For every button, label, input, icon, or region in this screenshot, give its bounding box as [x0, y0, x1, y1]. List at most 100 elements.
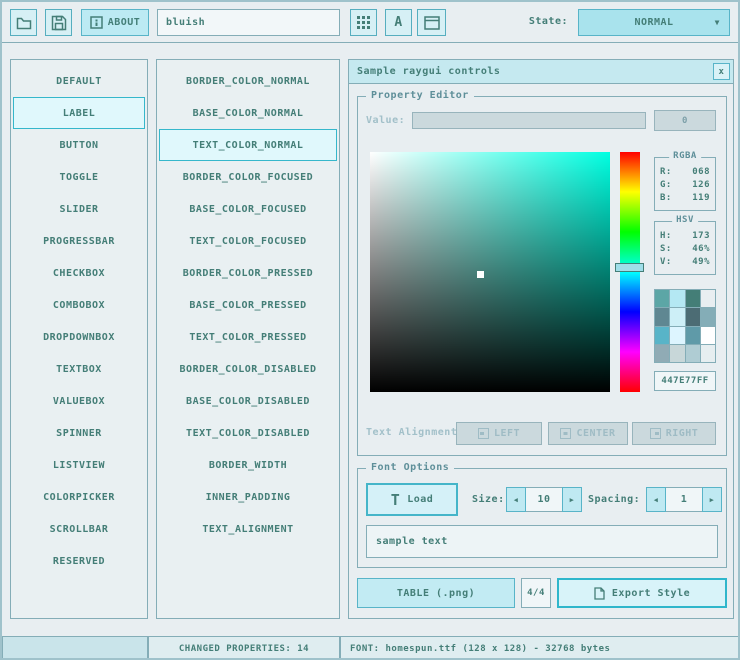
control-item-progressbar[interactable]: PROGRESSBAR — [13, 225, 145, 257]
color-swatch[interactable] — [670, 290, 684, 307]
arrow-right-icon: ▶ — [710, 496, 715, 504]
property-item-text-color-normal[interactable]: TEXT_COLOR_NORMAL — [159, 129, 337, 161]
sample-window-toggle-button[interactable] — [417, 9, 446, 36]
text-alignment-label: Text Alignment: — [366, 427, 464, 438]
color-swatch[interactable] — [686, 308, 700, 325]
control-item-dropdownbox[interactable]: DROPDOWNBOX — [13, 321, 145, 353]
sample-panel-titlebar[interactable]: Sample raygui controls x — [349, 60, 733, 84]
rgba-green-row: G: 126 — [660, 179, 710, 192]
color-swatch[interactable] — [670, 327, 684, 344]
color-swatch[interactable] — [655, 327, 669, 344]
control-item-slider[interactable]: SLIDER — [13, 193, 145, 225]
export-style-button[interactable]: Export Style — [557, 578, 727, 608]
control-item-checkbox[interactable]: CHECKBOX — [13, 257, 145, 289]
property-item-base-color-disabled[interactable]: BASE_COLOR_DISABLED — [159, 385, 337, 417]
info-icon — [90, 16, 103, 29]
property-item-border-color-focused[interactable]: BORDER_COLOR_FOCUSED — [159, 161, 337, 193]
state-dropdown[interactable]: NORMAL ▼ — [578, 9, 730, 36]
saturation-label: S: — [660, 243, 672, 256]
save-style-button[interactable] — [45, 9, 72, 36]
color-swatch[interactable] — [701, 290, 715, 307]
font-size-label: Size: — [472, 494, 505, 505]
toolbar: ABOUT A State: NORMAL ▼ — [2, 2, 738, 43]
control-item-button[interactable]: BUTTON — [13, 129, 145, 161]
property-item-border-color-disabled[interactable]: BORDER_COLOR_DISABLED — [159, 353, 337, 385]
export-table-button[interactable]: TABLE (.png) — [357, 578, 515, 608]
control-item-colorpicker[interactable]: COLORPICKER — [13, 481, 145, 513]
arrow-left-icon: ◀ — [654, 496, 659, 504]
export-format-pager[interactable]: 4/4 — [521, 578, 551, 608]
color-swatch[interactable] — [701, 308, 715, 325]
font-options-title: Font Options — [366, 462, 454, 473]
color-swatch[interactable] — [686, 345, 700, 362]
property-item-base-color-focused[interactable]: BASE_COLOR_FOCUSED — [159, 193, 337, 225]
control-item-scrollbar[interactable]: SCROLLBAR — [13, 513, 145, 545]
control-item-toggle[interactable]: TOGGLE — [13, 161, 145, 193]
floppy-save-icon — [51, 15, 67, 31]
align-left-button[interactable]: LEFT — [456, 422, 542, 445]
property-item-text-color-pressed[interactable]: TEXT_COLOR_PRESSED — [159, 321, 337, 353]
property-item-base-color-pressed[interactable]: BASE_COLOR_PRESSED — [159, 289, 337, 321]
property-item-text-color-focused[interactable]: TEXT_COLOR_FOCUSED — [159, 225, 337, 257]
size-increase-button[interactable]: ▶ — [562, 487, 582, 512]
font-spacing-value[interactable]: 1 — [666, 487, 702, 512]
control-item-textbox[interactable]: TEXTBOX — [13, 353, 145, 385]
color-picker-cursor[interactable] — [477, 271, 484, 278]
export-style-label: Export Style — [612, 588, 690, 599]
color-swatch[interactable] — [655, 345, 669, 362]
spacing-decrease-button[interactable]: ◀ — [646, 487, 666, 512]
property-editor-groupbox: Property Editor Value: 0 RGBA R: 068 G: … — [357, 96, 727, 456]
property-editor-title: Property Editor — [366, 90, 474, 101]
state-label: State: — [529, 16, 568, 27]
property-value-box[interactable]: 0 — [654, 110, 716, 131]
sample-text-input[interactable]: sample text — [366, 525, 718, 558]
property-value-slider[interactable] — [412, 112, 646, 129]
blue-label: B: — [660, 192, 672, 205]
open-style-button[interactable] — [10, 9, 37, 36]
align-left-label: LEFT — [494, 428, 520, 439]
style-table-button[interactable] — [350, 9, 377, 36]
color-swatch[interactable] — [686, 327, 700, 344]
font-settings-button[interactable]: A — [385, 9, 412, 36]
align-right-button[interactable]: RIGHT — [632, 422, 716, 445]
color-swatch[interactable] — [670, 308, 684, 325]
control-item-spinner[interactable]: SPINNER — [13, 417, 145, 449]
about-button[interactable]: ABOUT — [81, 9, 149, 36]
statusbar-font-info: FONT: homespun.ttf (128 x 128) - 32768 b… — [340, 636, 740, 660]
property-item-border-color-pressed[interactable]: BORDER_COLOR_PRESSED — [159, 257, 337, 289]
color-swatch[interactable] — [655, 308, 669, 325]
color-swatch[interactable] — [701, 327, 715, 344]
color-swatch[interactable] — [670, 345, 684, 362]
control-item-combobox[interactable]: COMBOBOX — [13, 289, 145, 321]
control-item-listview[interactable]: LISTVIEW — [13, 449, 145, 481]
color-swatch[interactable] — [701, 345, 715, 362]
property-item-text-color-disabled[interactable]: TEXT_COLOR_DISABLED — [159, 417, 337, 449]
property-item-base-color-normal[interactable]: BASE_COLOR_NORMAL — [159, 97, 337, 129]
property-item-inner-padding[interactable]: INNER_PADDING — [159, 481, 337, 513]
size-decrease-button[interactable]: ◀ — [506, 487, 526, 512]
hue-slider[interactable] — [620, 152, 640, 392]
align-center-label: CENTER — [576, 428, 615, 439]
control-item-valuebox[interactable]: VALUEBOX — [13, 385, 145, 417]
align-center-button[interactable]: CENTER — [548, 422, 628, 445]
control-item-label[interactable]: LABEL — [13, 97, 145, 129]
font-size-value[interactable]: 10 — [526, 487, 562, 512]
color-swatch[interactable] — [655, 290, 669, 307]
spacing-increase-button[interactable]: ▶ — [702, 487, 722, 512]
control-item-default[interactable]: DEFAULT — [13, 65, 145, 97]
hue-slider-handle[interactable] — [615, 263, 644, 272]
hex-color-input[interactable]: 447E77FF — [654, 371, 716, 391]
control-item-reserved[interactable]: RESERVED — [13, 545, 145, 577]
color-saturation-value-picker[interactable] — [370, 152, 610, 392]
font-size-spinner: ◀ 10 ▶ — [506, 487, 582, 512]
property-item-text-alignment[interactable]: TEXT_ALIGNMENT — [159, 513, 337, 545]
hue-label: H: — [660, 230, 672, 243]
hsv-saturation-row: S: 46% — [660, 243, 710, 256]
close-icon[interactable]: x — [713, 63, 730, 80]
rgba-title: RGBA — [669, 151, 701, 161]
color-swatch[interactable] — [686, 290, 700, 307]
font-load-button[interactable]: T Load — [366, 483, 458, 516]
property-item-border-width[interactable]: BORDER_WIDTH — [159, 449, 337, 481]
style-name-input[interactable] — [157, 9, 340, 36]
property-item-border-color-normal[interactable]: BORDER_COLOR_NORMAL — [159, 65, 337, 97]
